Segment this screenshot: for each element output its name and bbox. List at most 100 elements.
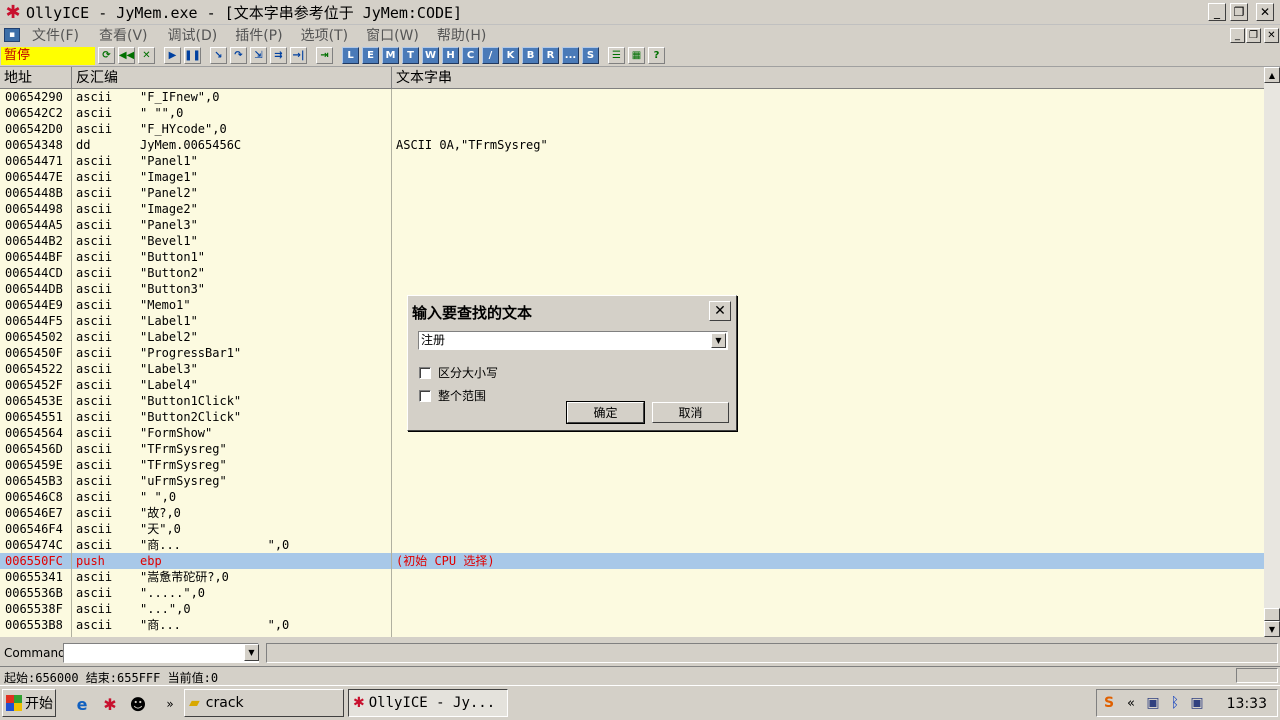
scroll-down-button[interactable]: ▼ bbox=[1264, 621, 1280, 637]
mdi-child-icon[interactable]: ▪ bbox=[4, 28, 20, 42]
table-row[interactable]: 00654348 dd JyMem.0065456C ASCII 0A,"TFrmSy… bbox=[0, 137, 1264, 153]
pause-icon[interactable]: ❚❚ bbox=[184, 47, 201, 64]
help-icon[interactable]: ? bbox=[648, 47, 665, 64]
entire-range-checkbox[interactable]: 整个范围 bbox=[419, 387, 486, 404]
table-row[interactable]: 006542C2 ascii " "",0 bbox=[0, 105, 1264, 121]
scroll-thumb[interactable] bbox=[1264, 608, 1280, 621]
restore-button[interactable]: ❐ bbox=[1230, 3, 1248, 21]
step-over-icon[interactable]: ↷ bbox=[230, 47, 247, 64]
table-row[interactable]: 006544B2 ascii "Bevel1" bbox=[0, 233, 1264, 249]
breakpoints-window-button[interactable]: B bbox=[522, 47, 539, 64]
table-row[interactable]: 0065448B ascii "Panel2" bbox=[0, 185, 1264, 201]
table-row[interactable]: 006550FC push ebp (初始 CPU 选择) bbox=[0, 553, 1264, 569]
menu-debug[interactable]: 调试(D) bbox=[168, 25, 218, 45]
bluetooth-icon[interactable]: ᛒ bbox=[1165, 693, 1185, 713]
vertical-scrollbar[interactable]: ▲ ▼ bbox=[1264, 67, 1280, 637]
menu-options[interactable]: 选项(T) bbox=[301, 25, 348, 45]
run-trace-window-button[interactable]: ... bbox=[562, 47, 579, 64]
table-row[interactable]: 006546E7 ascii "故?,0 bbox=[0, 505, 1264, 521]
scroll-up-button[interactable]: ▲ bbox=[1264, 67, 1280, 83]
menu-file[interactable]: 文件(F) bbox=[32, 25, 79, 45]
internet-explorer-icon[interactable]: e bbox=[72, 694, 92, 714]
source-window-button[interactable]: S bbox=[582, 47, 599, 64]
avatar-icon[interactable]: ☻ bbox=[128, 694, 148, 714]
open-icon[interactable]: ⟳ bbox=[98, 47, 115, 64]
network-disconnected-icon[interactable]: ▣ bbox=[1143, 693, 1163, 713]
mdi-minimize-button[interactable]: _ bbox=[1230, 28, 1245, 43]
header-disasm[interactable]: 反汇编 bbox=[72, 67, 392, 89]
table-row[interactable]: 00655341 ascii "嵩惫芾砣研?,0 bbox=[0, 569, 1264, 585]
tray-expand-icon[interactable]: « bbox=[1121, 693, 1141, 713]
cancel-button[interactable]: 取消 bbox=[652, 402, 729, 423]
threads-window-button[interactable]: T bbox=[402, 47, 419, 64]
table-row[interactable]: 006544CD ascii "Button2" bbox=[0, 265, 1264, 281]
case-sensitive-checkbox[interactable]: 区分大小写 bbox=[419, 364, 498, 381]
network-disconnected-icon[interactable]: ▣ bbox=[1187, 693, 1207, 713]
restart-icon[interactable]: ◀◀ bbox=[118, 47, 135, 64]
references-window-button[interactable]: R bbox=[542, 47, 559, 64]
table-row[interactable]: 006546F4 ascii "天",0 bbox=[0, 521, 1264, 537]
menu-view[interactable]: 查看(V) bbox=[99, 25, 148, 45]
task-crack[interactable]: ▰ crack bbox=[184, 689, 344, 717]
header-text[interactable]: 文本字串 bbox=[392, 67, 1264, 89]
menu-help[interactable]: 帮助(H) bbox=[437, 25, 486, 45]
run-icon[interactable]: ▶ bbox=[164, 47, 181, 64]
close-program-icon[interactable]: ✕ bbox=[138, 47, 155, 64]
cell-opcode: ascii bbox=[76, 570, 113, 584]
menu-plugins[interactable]: 插件(P) bbox=[235, 25, 282, 45]
goto-icon[interactable]: ⇥ bbox=[316, 47, 333, 64]
table-row[interactable]: 0065456D ascii "TFrmSysreg" bbox=[0, 441, 1264, 457]
task-ollyice[interactable]: ✱ OllyICE - Jy... bbox=[348, 689, 508, 717]
table-row[interactable]: 006545B3 ascii "uFrmSysreg" bbox=[0, 473, 1264, 489]
cell-address: 006544A5 bbox=[5, 218, 63, 232]
step-into-icon[interactable]: ↘ bbox=[210, 47, 227, 64]
ollyice-quicklaunch-icon[interactable]: ✱ bbox=[100, 694, 120, 714]
sogou-input-icon[interactable]: S bbox=[1099, 693, 1119, 713]
table-row[interactable]: 006542D0 ascii "F_HYcode",0 bbox=[0, 121, 1264, 137]
cpu-window-button[interactable]: C bbox=[462, 47, 479, 64]
mdi-close-button[interactable]: ✕ bbox=[1264, 28, 1279, 43]
ollyice-app-icon[interactable]: ✱ bbox=[2, 1, 24, 23]
cell-opcode: dd bbox=[76, 138, 91, 152]
table-row[interactable]: 0065538F ascii "...",0 bbox=[0, 601, 1264, 617]
start-button[interactable]: 开始 bbox=[2, 689, 56, 717]
command-input[interactable] bbox=[63, 643, 259, 663]
table-row[interactable]: 00654290 ascii "F_IFnew",0 bbox=[0, 89, 1264, 105]
grid-icon[interactable]: ▦ bbox=[628, 47, 645, 64]
list-icon[interactable]: ☰ bbox=[608, 47, 625, 64]
trace-into-icon[interactable]: ⇲ bbox=[250, 47, 267, 64]
modules-window-button[interactable]: E bbox=[362, 47, 379, 64]
trace-over-icon[interactable]: ⇉ bbox=[270, 47, 287, 64]
call-stack-window-button[interactable]: K bbox=[502, 47, 519, 64]
search-text-combobox[interactable]: 注册 ▼ bbox=[418, 331, 728, 350]
execute-till-return-icon[interactable]: →| bbox=[290, 47, 307, 64]
menu-window[interactable]: 窗口(W) bbox=[366, 25, 419, 45]
cell-opcode: ascii bbox=[76, 266, 113, 280]
memory-window-button[interactable]: M bbox=[382, 47, 399, 64]
dialog-close-button[interactable]: ✕ bbox=[709, 301, 731, 321]
close-button[interactable]: ✕ bbox=[1256, 3, 1274, 21]
table-row[interactable]: 006544BF ascii "Button1" bbox=[0, 249, 1264, 265]
mdi-restore-button[interactable]: ❐ bbox=[1246, 28, 1261, 43]
combo-dropdown-button[interactable]: ▼ bbox=[711, 333, 726, 348]
checkbox-box[interactable] bbox=[419, 389, 431, 402]
table-row[interactable]: 0065536B ascii ".....",0 bbox=[0, 585, 1264, 601]
ok-button[interactable]: 确定 bbox=[566, 401, 645, 424]
minimize-button[interactable]: _ bbox=[1208, 3, 1226, 21]
table-row[interactable]: 006546C8 ascii " ",0 bbox=[0, 489, 1264, 505]
table-row[interactable]: 006544A5 ascii "Panel3" bbox=[0, 217, 1264, 233]
table-row[interactable]: 006553B8 ascii "商... ",0 bbox=[0, 617, 1264, 633]
checkbox-box[interactable] bbox=[419, 366, 431, 379]
windows-window-button[interactable]: W bbox=[422, 47, 439, 64]
quicklaunch-more-icon[interactable]: » bbox=[160, 694, 180, 714]
command-dropdown-button[interactable]: ▼ bbox=[244, 644, 259, 661]
patches-window-button[interactable]: / bbox=[482, 47, 499, 64]
log-window-button[interactable]: L bbox=[342, 47, 359, 64]
header-address[interactable]: 地址 bbox=[0, 67, 72, 89]
table-row[interactable]: 0065459E ascii "TFrmSysreg" bbox=[0, 457, 1264, 473]
table-row[interactable]: 0065447E ascii "Image1" bbox=[0, 169, 1264, 185]
table-row[interactable]: 0065474C ascii "商... ",0 bbox=[0, 537, 1264, 553]
handles-window-button[interactable]: H bbox=[442, 47, 459, 64]
table-row[interactable]: 00654498 ascii "Image2" bbox=[0, 201, 1264, 217]
table-row[interactable]: 00654471 ascii "Panel1" bbox=[0, 153, 1264, 169]
